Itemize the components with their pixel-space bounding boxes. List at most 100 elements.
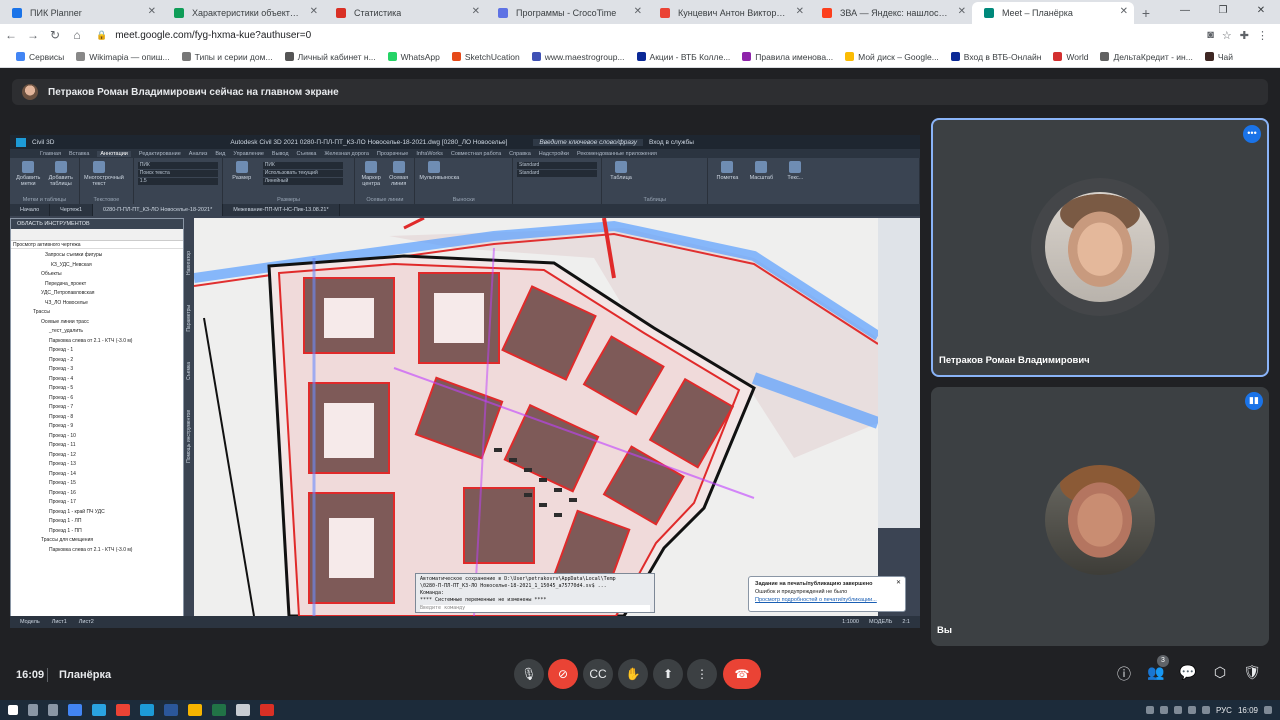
chat-icon[interactable]: 💬: [1178, 664, 1198, 681]
cad-ribbon-button[interactable]: Добавить таблицы: [47, 161, 76, 187]
cad-ribbon-tab[interactable]: Совместная работа: [451, 151, 501, 157]
tree-item[interactable]: Проезд - 1: [11, 346, 183, 356]
browser-tab[interactable]: Статистика ✕: [324, 2, 486, 24]
bookmark-item[interactable]: SketchUcation: [446, 52, 526, 62]
status-scale[interactable]: 1:1000: [842, 619, 859, 625]
status-tab-layout1[interactable]: Лист1: [52, 619, 67, 625]
more-options-button[interactable]: ⋮: [687, 659, 717, 689]
cad-ribbon-button[interactable]: Осевая линия: [387, 161, 411, 187]
cad-sign-in[interactable]: Вход в службы: [649, 139, 694, 146]
notifications-icon[interactable]: [1264, 706, 1272, 714]
cad-document-tab[interactable]: Чертеж1: [50, 204, 94, 216]
tab-close-icon[interactable]: ✕: [634, 6, 642, 17]
info-icon[interactable]: ⓘ: [1114, 664, 1134, 684]
bookmark-item[interactable]: Чай: [1199, 52, 1239, 62]
tree-item[interactable]: Проезд - 10: [11, 432, 183, 442]
browser-tab[interactable]: Кунцевич Антон Викторович ✕: [648, 2, 810, 24]
tree-item[interactable]: Проезд - 5: [11, 384, 183, 394]
tree-item[interactable]: Парковка слева от 2.1 - КТЧ (-3.0 м): [11, 337, 183, 347]
browser-tab[interactable]: Программы - CrocoTime ✕: [486, 2, 648, 24]
cad-ribbon-tab[interactable]: Справка: [509, 151, 531, 157]
cad-workspace[interactable]: Civil 3D: [32, 139, 54, 146]
network-icon[interactable]: [1187, 706, 1196, 714]
tab-close-icon[interactable]: ✕: [1120, 6, 1128, 17]
star-icon[interactable]: ☆: [1222, 29, 1232, 42]
participant-tile-self[interactable]: ▮▮ Вы: [931, 387, 1269, 646]
close-icon[interactable]: ✕: [896, 579, 901, 587]
telegram-icon[interactable]: [92, 704, 106, 716]
bookmark-item[interactable]: Правила именова...: [736, 52, 839, 62]
tree-item[interactable]: Трассы для смещения: [11, 536, 183, 546]
tree-item[interactable]: Проезд - 13: [11, 460, 183, 470]
minimize-icon[interactable]: —: [1166, 0, 1204, 22]
status-tab-layout2[interactable]: Лист2: [79, 619, 94, 625]
tree-item[interactable]: Проезд - 11: [11, 441, 183, 451]
browser-tab[interactable]: ЗВА — Яндекс: нашлось 340 ты ✕: [810, 2, 972, 24]
cad-field-dim_style[interactable]: ПИК: [262, 162, 343, 169]
tree-item[interactable]: Проезд - 15: [11, 479, 183, 489]
tree-item[interactable]: Парковка слева от 2.1 - КТЧ (-3.0 м): [11, 546, 183, 556]
taskbar-clock[interactable]: 16:09: [1238, 706, 1258, 715]
bookmark-item[interactable]: Мой диск – Google...: [839, 52, 945, 62]
forward-icon[interactable]: →: [22, 28, 44, 42]
status-zoom[interactable]: 2:1: [902, 619, 910, 625]
tree-item[interactable]: Проезд - 12: [11, 451, 183, 461]
bookmark-item[interactable]: Вход в ВТБ-Онлайн: [945, 52, 1048, 62]
pdf-icon[interactable]: [260, 704, 274, 716]
tree-item[interactable]: Проезд - 3: [11, 365, 183, 375]
search-icon[interactable]: [28, 704, 38, 716]
tab-close-icon[interactable]: ✕: [958, 6, 966, 17]
new-tab-icon[interactable]: +: [1134, 2, 1158, 24]
bookmark-item[interactable]: WhatsApp: [382, 52, 446, 62]
more-options-icon[interactable]: •••: [1243, 125, 1261, 143]
tab-close-icon[interactable]: ✕: [148, 6, 156, 17]
cad-document-tab[interactable]: Межевание-ПП-МТ-НС-Пик-13.08.21*: [223, 204, 340, 216]
bookmark-item[interactable]: Акции - ВТБ Колле...: [631, 52, 737, 62]
address-bar[interactable]: 🔒 meet.google.com/fyg-hxma-kue?authuser=…: [96, 26, 1196, 44]
tree-item[interactable]: Проезд - 7: [11, 403, 183, 413]
bookmark-item[interactable]: Личный кабинет н...: [279, 52, 382, 62]
close-window-icon[interactable]: ✕: [1242, 0, 1280, 22]
cad-ribbon-tab[interactable]: InfraWorks: [416, 151, 443, 157]
cad-ribbon-tab[interactable]: Аннотации: [97, 150, 131, 157]
bookmark-item[interactable]: Сервисы: [10, 52, 70, 62]
cad-ribbon-button[interactable]: Пометка: [712, 161, 742, 181]
tree-item[interactable]: Проезд - 9: [11, 422, 183, 432]
status-model[interactable]: МОДЕЛЬ: [869, 619, 892, 625]
tab-close-icon[interactable]: ✕: [472, 6, 480, 17]
cad-document-tab[interactable]: 0280-П-ПЛ-ПТ_КЗ-ЛО Новоселье-18-2021*: [93, 204, 224, 216]
notepad-icon[interactable]: [236, 704, 250, 716]
home-icon[interactable]: ⌂: [66, 28, 88, 42]
sketchup-icon[interactable]: [188, 704, 202, 716]
command-line[interactable]: Автоматическое сохранение в D:\User\petr…: [415, 573, 655, 613]
cad-ribbon-tab[interactable]: Редактирование: [139, 151, 181, 157]
cad-ribbon-tab[interactable]: Вид: [215, 151, 225, 157]
input-language[interactable]: РУС: [1216, 706, 1232, 715]
notification-link[interactable]: Просмотр подробностей о печати/публикаци…: [755, 596, 899, 604]
tree-item[interactable]: Проезд - 8: [11, 413, 183, 423]
bookmark-item[interactable]: World: [1047, 52, 1094, 62]
cad-ribbon-button[interactable]: Масштаб: [746, 161, 776, 181]
activities-icon[interactable]: ⬡: [1210, 664, 1230, 681]
chrome-profile-icon[interactable]: [116, 704, 130, 716]
bookmark-item[interactable]: ДельтаКредит - ин...: [1094, 52, 1198, 62]
bookmark-item[interactable]: Wikimapia — опиш...: [70, 52, 175, 62]
captions-button[interactable]: CC: [583, 659, 613, 689]
tree-item[interactable]: Передача_проект: [11, 280, 183, 290]
extensions-icon[interactable]: ✚: [1240, 29, 1249, 42]
tree-item[interactable]: Осевые линии трасс: [11, 318, 183, 328]
cad-ribbon-tab[interactable]: Съемка: [297, 151, 317, 157]
bookmark-item[interactable]: www.maestrogroup...: [526, 52, 631, 62]
browser-tab[interactable]: Характеристики объектов для ✕: [162, 2, 324, 24]
tree-item[interactable]: _тест_удалить: [11, 327, 183, 337]
tree-item[interactable]: Трассы: [11, 308, 183, 318]
cad-ribbon-button[interactable]: Текс...: [780, 161, 810, 181]
toolspace-dropdown[interactable]: Просмотр активного чертежа: [11, 241, 183, 249]
word-icon[interactable]: [164, 704, 178, 716]
tree-item[interactable]: Проезд - 17: [11, 498, 183, 508]
cad-field-standard1[interactable]: Standard: [517, 162, 598, 169]
microphone-button[interactable]: 🎙: [514, 659, 544, 689]
tree-item[interactable]: Проезд - 6: [11, 394, 183, 404]
cad-ribbon-tab[interactable]: Прозрачные: [377, 151, 408, 157]
chrome-icon[interactable]: [68, 704, 82, 716]
